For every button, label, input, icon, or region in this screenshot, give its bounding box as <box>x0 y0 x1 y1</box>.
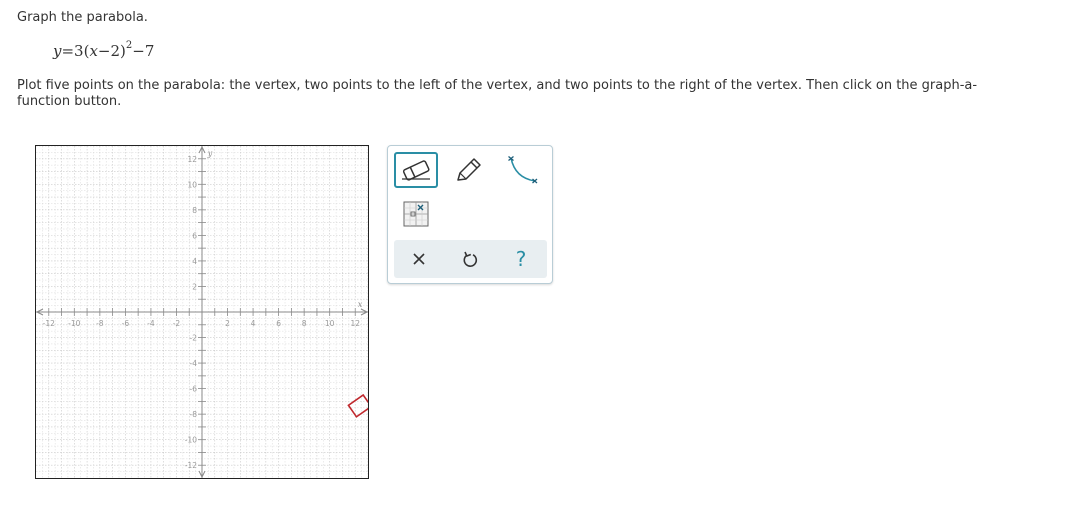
y-tick-label: -12 <box>185 461 197 470</box>
x-tick-label: -6 <box>122 319 130 328</box>
y-tick-label: -2 <box>190 334 198 343</box>
y-tick-label: 12 <box>187 155 197 164</box>
x-tick-label: -4 <box>147 319 155 328</box>
equation-eq: =3( <box>61 42 90 60</box>
y-tick-label: 6 <box>192 231 197 240</box>
y-tick-label: 10 <box>187 180 197 189</box>
y-tick-label: 8 <box>192 206 197 215</box>
y-tick-label: -10 <box>185 436 197 445</box>
y-tick-label: -6 <box>190 385 198 394</box>
undo-button[interactable] <box>450 240 490 278</box>
equation: y=3(x−2)2−7 <box>53 40 155 60</box>
x-tick-label: -12 <box>43 319 55 328</box>
undo-icon <box>463 251 478 267</box>
instructions: Plot five points on the parabola: the ve… <box>17 78 978 109</box>
curve-icon <box>508 155 538 184</box>
x-tick-label: 8 <box>302 319 307 328</box>
graph-a-function-button[interactable] <box>394 196 438 232</box>
x-tick-label: -2 <box>173 319 181 328</box>
x-tick-label: -8 <box>96 319 104 328</box>
clear-button[interactable] <box>399 240 439 278</box>
help-icon: ? <box>515 247 527 271</box>
x-tick-label: 12 <box>350 319 360 328</box>
curve-tool-button[interactable] <box>500 152 544 188</box>
eraser-cursor-icon <box>347 393 368 418</box>
x-tick-label: 4 <box>251 319 256 328</box>
x-tick-label: 2 <box>225 319 230 328</box>
problem-title: Graph the parabola. <box>17 10 148 25</box>
eraser-icon <box>402 160 430 181</box>
pencil-tool-button[interactable] <box>446 152 490 188</box>
graph-canvas[interactable]: -12 -10 -8 -6 -4 -2 2 4 6 8 10 12 12 10 8 6 4 2 -2 -4 -6 -8 -1… <box>35 145 369 479</box>
y-tick-label: -8 <box>190 410 198 419</box>
action-bar: ? <box>394 240 547 278</box>
tool-panel: ? <box>387 145 553 284</box>
equation-exponent: 2 <box>125 40 133 51</box>
coordinate-plane[interactable]: -12 -10 -8 -6 -4 -2 2 4 6 8 10 12 12 10 8 6 4 2 -2 -4 -6 -8 -1… <box>36 146 368 478</box>
equation-tail: −7 <box>132 42 155 60</box>
close-icon <box>413 253 425 265</box>
graph-a-function-icon <box>403 201 429 227</box>
y-tick-label: 4 <box>192 257 197 266</box>
x-tick-label: 6 <box>276 319 281 328</box>
equation-x: x <box>89 42 98 60</box>
x-tick-label: 10 <box>325 319 335 328</box>
x-tick-label: -10 <box>68 319 80 328</box>
equation-minus-two: −2) <box>97 42 126 60</box>
x-axis-label: x <box>358 300 363 309</box>
help-button[interactable]: ? <box>501 240 541 278</box>
y-tick-label: 2 <box>192 282 197 291</box>
eraser-tool-button[interactable] <box>394 152 438 188</box>
pencil-icon <box>457 158 481 181</box>
y-axis-label: y <box>207 149 213 158</box>
y-tick-label: -4 <box>190 359 198 368</box>
